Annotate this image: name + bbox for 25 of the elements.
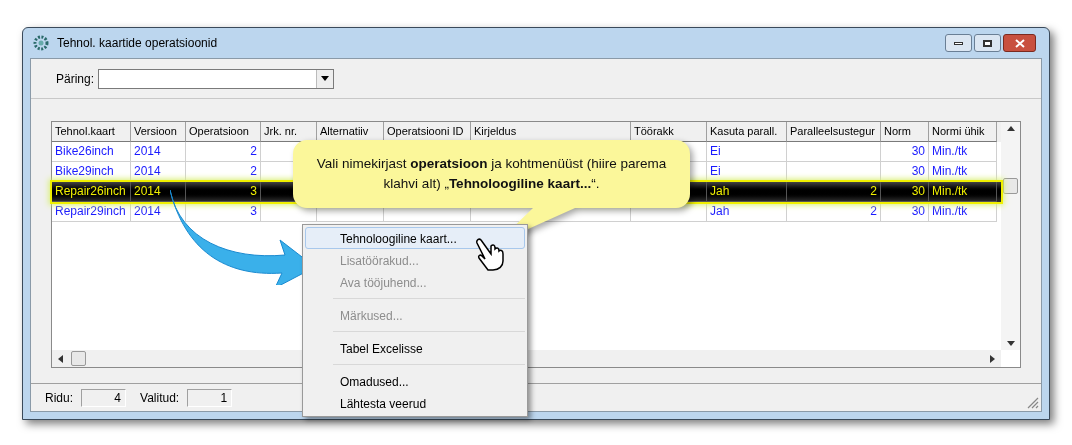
table-cell: Repair29inch [52, 202, 131, 222]
table-cell: 30 [881, 182, 929, 202]
table-cell: 2014 [131, 142, 186, 162]
table-cell: 30 [881, 142, 929, 162]
table-cell: 2 [186, 142, 261, 162]
window-title: Tehnol. kaartide operatsioonid [57, 35, 218, 52]
table-cell: Ei [707, 142, 787, 162]
table-cell: Repair26inch [52, 182, 131, 202]
callout-text: Vali nimekirjast operatsioon ja kohtmenüüst (hiire parema klahvi alt) „Tehnoloogiline kaart...“. [315, 155, 668, 193]
table-cell: Jah [707, 202, 787, 222]
table-cell: 3 [186, 202, 261, 222]
table-cell: 3 [186, 182, 261, 202]
status-value: 1 [187, 388, 233, 407]
table-cell: Bike26inch [52, 142, 131, 162]
table-cell: 2 [787, 182, 881, 202]
status-label: Valitud: [140, 389, 180, 407]
table-cell: Jah [707, 182, 787, 202]
table-cell: Min./tk [929, 142, 997, 162]
query-label: Päring: [56, 70, 95, 88]
table-cell: 30 [881, 202, 929, 222]
table-cell: 2 [787, 202, 881, 222]
status-label: Ridu: [45, 389, 73, 407]
table-cell: Min./tk [929, 182, 997, 202]
table-cell: Min./tk [929, 202, 997, 222]
status-value: 4 [81, 388, 126, 407]
